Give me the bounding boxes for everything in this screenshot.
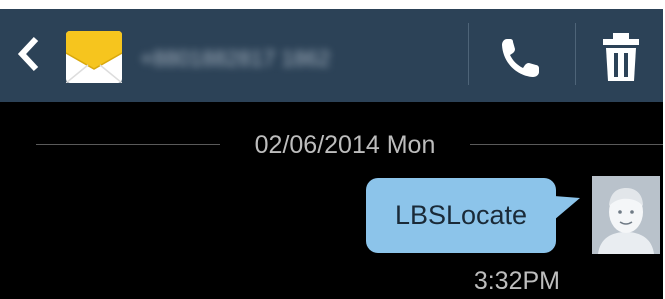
message-thread-screen: +8801882817 1862 02/06/2014 Mon LBSLocat… — [0, 0, 665, 299]
message-bubble[interactable]: LBSLocate — [366, 178, 556, 253]
action-bar: +8801882817 1862 — [0, 9, 663, 102]
back-button[interactable] — [14, 31, 44, 77]
phone-icon — [502, 39, 539, 77]
date-separator: 02/06/2014 Mon — [0, 128, 663, 162]
avatar[interactable] — [592, 176, 660, 254]
toolbar-divider — [468, 23, 469, 85]
message-text: LBSLocate — [394, 200, 528, 230]
delete-button[interactable] — [596, 31, 646, 83]
call-button[interactable] — [495, 33, 545, 83]
chevron-left-icon — [17, 36, 39, 72]
envelope-icon — [65, 31, 123, 84]
toolbar-divider — [575, 23, 576, 85]
date-label: 02/06/2014 Mon — [254, 131, 436, 159]
message-time: 3:32PM — [473, 267, 560, 295]
date-line-left — [36, 144, 220, 145]
date-line-right — [470, 144, 663, 145]
default-contact-icon — [592, 176, 660, 254]
trash-icon — [603, 33, 639, 81]
top-border — [0, 0, 665, 9]
bubble-tail — [554, 196, 580, 220]
contact-name: +8801882817 1862 — [140, 46, 331, 71]
